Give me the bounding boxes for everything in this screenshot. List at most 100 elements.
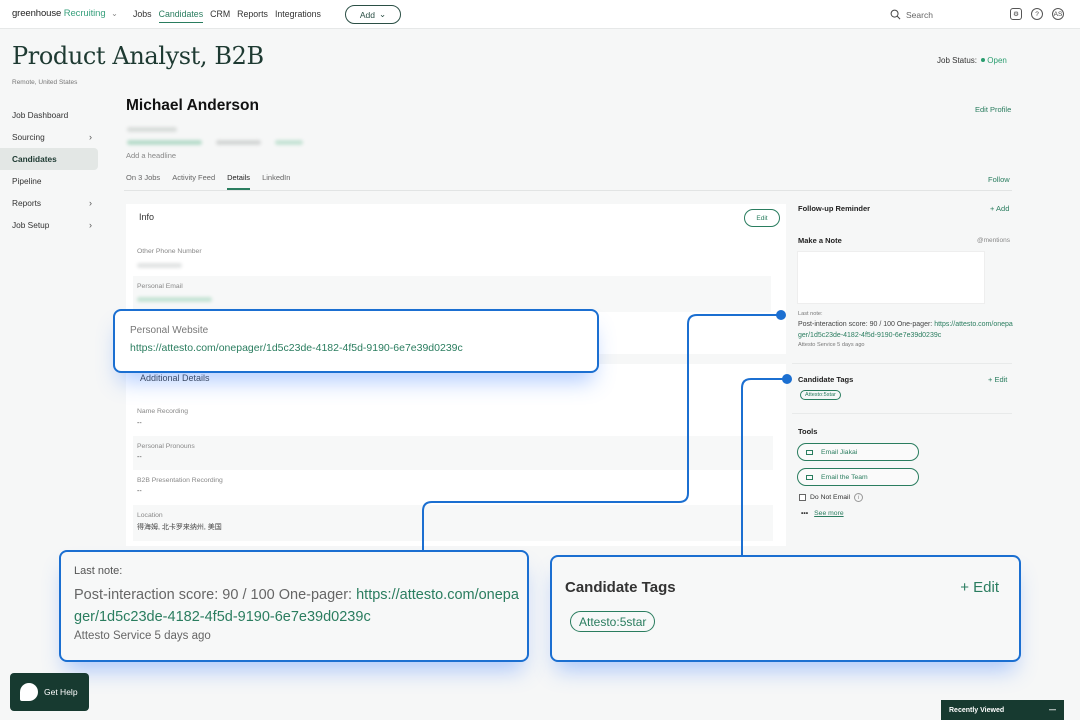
field-row-stripe [133, 436, 773, 470]
chevron-right-icon: › [89, 198, 92, 208]
make-note-title: Make a Note [798, 236, 842, 245]
sidebar-item-reports[interactable]: Reports › [0, 192, 98, 214]
sidebar-item-pipeline[interactable]: Pipeline [0, 170, 98, 192]
tab-divider [124, 190, 1012, 191]
search-placeholder: Search [906, 9, 933, 20]
get-help-button[interactable]: Get Help [10, 673, 89, 711]
field-label-b2b-recording: B2B Presentation Recording [137, 477, 223, 484]
add-headline-link[interactable]: Add a headline [126, 151, 176, 160]
job-status-value: Open [987, 56, 1007, 65]
tab-on-jobs[interactable]: On 3 Jobs [126, 173, 160, 190]
callout-personal-website: Personal Website https://attesto.com/one… [113, 309, 599, 373]
do-not-email-checkbox[interactable] [799, 494, 806, 501]
email-team-label: Email the Team [821, 473, 868, 481]
redacted-title [127, 127, 177, 132]
add-button-label: Add [359, 9, 375, 20]
avatar[interactable]: AS [1052, 8, 1064, 20]
brand-product: Recruiting [63, 8, 106, 19]
mentions-hint: @mentions [977, 237, 1010, 244]
recently-viewed-panel[interactable]: Recently Viewed — [941, 700, 1064, 720]
field-label-other-phone: Other Phone Number [137, 248, 202, 255]
field-value-pronouns: -- [137, 454, 142, 461]
candidate-tags-title: Candidate Tags [798, 375, 854, 384]
more-dots-icon: ••• [801, 510, 809, 517]
additional-details-title: Additional Details [140, 373, 210, 383]
see-more-link[interactable]: See more [814, 510, 843, 517]
see-more: ••• See more [801, 510, 844, 517]
email-candidate-label: Email Jiakai [821, 448, 858, 456]
edit-profile-link[interactable]: Edit Profile [975, 105, 1011, 114]
chevron-down-icon: ⌄ [379, 9, 387, 19]
brand-logo[interactable]: greenhouse Recruiting ⌄ [12, 8, 118, 19]
nav-integrations[interactable]: Integrations [275, 9, 321, 23]
nav-candidates[interactable]: Candidates [158, 9, 204, 23]
divider [792, 363, 1012, 364]
callout-last-note: Last note: Post-interaction score: 90 / … [59, 550, 529, 662]
sidebar-item-label: Job Setup [12, 220, 50, 230]
field-label-location: Location [137, 512, 163, 519]
last-note: Last note: Post-interaction score: 90 / … [798, 310, 1013, 350]
sidebar: Job Dashboard Sourcing › Candidates Pipel… [0, 104, 98, 236]
field-label-personal-website: Personal Website [130, 325, 209, 336]
redacted-email [127, 140, 202, 145]
email-team-button[interactable]: Email the Team [797, 468, 919, 486]
sidebar-item-candidates[interactable]: Candidates [0, 148, 98, 170]
field-label-name-recording: Name Recording [137, 408, 188, 415]
tab-details[interactable]: Details [227, 173, 251, 190]
job-title: Product Analyst, B2B [12, 42, 264, 70]
field-label-personal-email: Personal Email [137, 283, 183, 290]
help-icon[interactable]: ? [1031, 8, 1043, 20]
last-note-label: Last note: [798, 311, 823, 317]
candidate-tabs: On 3 Jobs Activity Feed Details LinkedIn [126, 173, 290, 190]
candidate-tag[interactable]: Attesto:5star [800, 390, 841, 400]
callout-tags-edit-link[interactable]: + Edit [960, 579, 999, 596]
do-not-email-label: Do Not Email [810, 494, 851, 501]
last-note-text: Post-interaction score: 90 / 100 One-pag… [798, 321, 935, 328]
tools-title: Tools [798, 427, 818, 436]
personal-website-link[interactable]: https://attesto.com/onepager/1d5c23de-41… [130, 342, 463, 354]
followup-add-link[interactable]: + Add [990, 204, 1009, 213]
minimize-icon[interactable]: — [1049, 707, 1056, 714]
recently-viewed-label: Recently Viewed [949, 706, 1005, 714]
brand-name: greenhouse [12, 8, 62, 19]
redacted-phone-value [137, 263, 182, 268]
info-icon[interactable]: i [854, 493, 864, 502]
job-status: Job Status: Open [937, 56, 1007, 65]
field-row-stripe [133, 276, 771, 312]
gear-icon[interactable]: ⚙ [1010, 8, 1022, 20]
job-location: Remote, United States [12, 79, 78, 86]
sidebar-item-job-setup[interactable]: Job Setup › [0, 214, 98, 236]
candidate-name: Michael Anderson [126, 97, 259, 114]
sidebar-item-sourcing[interactable]: Sourcing › [0, 126, 98, 148]
top-nav: greenhouse Recruiting ⌄ Jobs Candidates … [0, 0, 1080, 29]
chat-bubble-icon [20, 683, 38, 701]
tab-linkedin[interactable]: LinkedIn [262, 173, 290, 190]
mail-icon [806, 474, 813, 480]
tags-edit-link[interactable]: + Edit [988, 375, 1007, 384]
sidebar-item-label: Job Dashboard [12, 110, 69, 120]
email-candidate-button[interactable]: Email Jiakai [797, 443, 919, 461]
nav-crm[interactable]: CRM [210, 9, 230, 23]
search-icon [890, 9, 901, 20]
callout-candidate-tags: Candidate Tags + Edit Attesto:5star [550, 555, 1021, 662]
redacted-link [275, 140, 303, 145]
callout-last-note-label: Last note: [74, 565, 123, 577]
follow-link[interactable]: Follow [988, 175, 1010, 184]
callout-last-note-text: Post-interaction score: 90 / 100 One-pag… [74, 587, 357, 603]
add-button[interactable]: Add ⌄ [345, 5, 401, 24]
callout-tag[interactable]: Attesto:5star [570, 611, 656, 632]
sidebar-item-job-dashboard[interactable]: Job Dashboard [0, 104, 98, 126]
divider [792, 413, 1012, 414]
info-edit-button[interactable]: Edit [744, 209, 780, 227]
nav-reports[interactable]: Reports [237, 9, 268, 23]
callout-last-note-body: Post-interaction score: 90 / 100 One-pag… [74, 584, 524, 628]
redacted-phone [216, 140, 261, 145]
note-textarea[interactable] [797, 251, 985, 304]
tab-activity-feed[interactable]: Activity Feed [172, 173, 215, 190]
callout-tags-title: Candidate Tags [565, 579, 676, 596]
get-help-label: Get Help [44, 687, 78, 697]
search-input[interactable]: Search [890, 6, 984, 23]
nav-jobs[interactable]: Jobs [133, 9, 152, 23]
chevron-down-icon: ⌄ [111, 9, 118, 18]
followup-reminder-title: Follow-up Reminder [798, 204, 871, 213]
